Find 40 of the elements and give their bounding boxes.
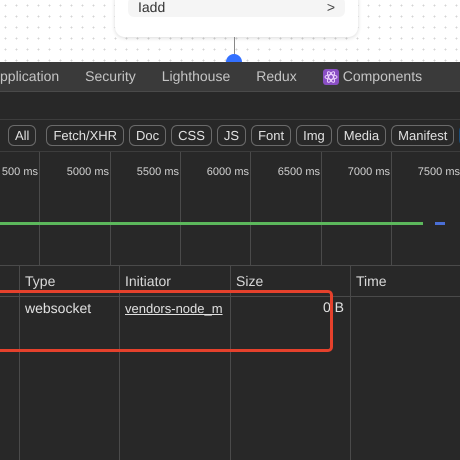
time-tick: 6000 ms <box>206 165 249 179</box>
add-node-icon[interactable] <box>226 54 242 62</box>
tab-label: Components <box>342 67 422 86</box>
tab-label: Redux <box>256 67 297 86</box>
tab-label: Security <box>85 67 136 86</box>
time-tick: 7500 ms <box>418 165 460 179</box>
time-tick: 7000 ms <box>348 165 390 179</box>
devtools-tab[interactable]: Components <box>322 62 422 91</box>
filter-chip[interactable]: All <box>8 125 36 146</box>
column-header[interactable]: Time <box>356 270 387 292</box>
filter-chip[interactable]: CSS <box>171 125 212 146</box>
filter-chip[interactable]: Manifest <box>391 125 454 146</box>
table-cell-text: 0 B <box>322 298 344 315</box>
filter-chip[interactable]: JS <box>216 125 246 146</box>
time-tick: 6500 ms <box>278 165 320 179</box>
filter-chip[interactable]: Media <box>336 125 386 146</box>
time-tick: 5500 ms <box>136 165 179 179</box>
devtools-tab[interactable]: Lighthouse <box>162 62 230 91</box>
atom-icon <box>322 68 339 84</box>
column-header[interactable]: Size <box>236 270 264 292</box>
table-cell: websocket <box>25 300 92 316</box>
chevron-icon: > <box>326 0 335 18</box>
filter-chip[interactable]: Doc <box>129 125 166 146</box>
waterfall-end-mark <box>435 222 445 225</box>
initiator-link[interactable]: vendors-node_m <box>125 301 223 316</box>
tab-label: pplication <box>0 67 60 86</box>
devtools-tab[interactable]: Security <box>85 62 136 91</box>
devtools-tab[interactable]: pplication <box>0 62 60 91</box>
column-header[interactable]: Type <box>25 270 56 292</box>
tab-label: Lighthouse <box>162 67 230 86</box>
column-header[interactable]: Initiator <box>125 270 171 292</box>
connector-line <box>234 37 235 55</box>
time-tick: 5000 ms <box>66 165 109 179</box>
time-tick: 500 ms <box>2 165 38 179</box>
filter-chip[interactable]: Fetch/XHR <box>46 125 124 146</box>
node-row[interactable]: Iadd > <box>128 0 345 17</box>
filter-chip[interactable]: Img <box>296 125 332 146</box>
devtools-tab[interactable]: Redux <box>256 62 297 91</box>
filter-chip[interactable]: Font <box>251 125 292 146</box>
node-label: Iadd <box>138 0 166 16</box>
